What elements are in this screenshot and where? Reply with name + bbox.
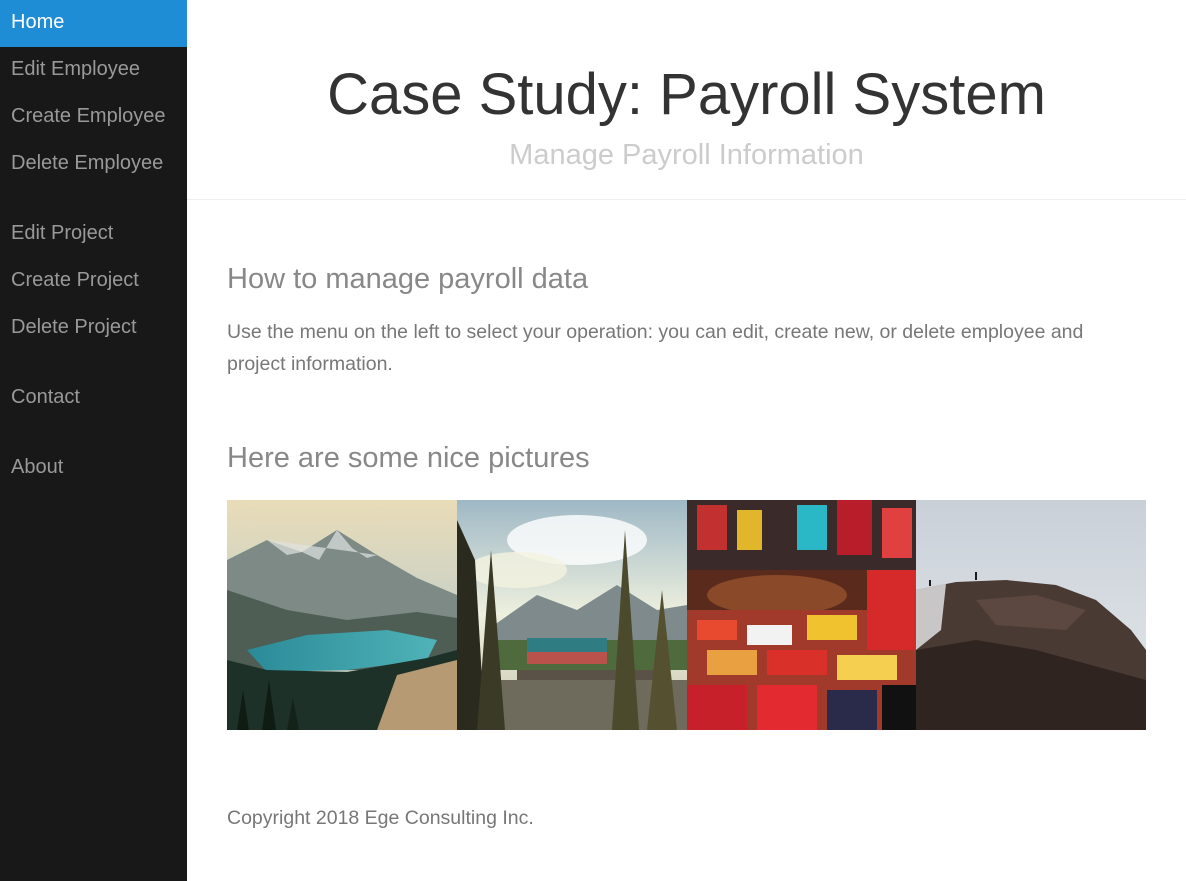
photo-rocky-hill [916,500,1146,730]
footer-copyright: Copyright 2018 Ege Consulting Inc. [227,807,534,829]
menu-item-contact[interactable]: Contact [0,375,187,422]
photo-gallery [227,500,1146,730]
menu-item-home[interactable]: Home [0,0,187,47]
photo-forest-train [456,500,687,730]
menu-item-edit-project[interactable]: Edit Project [0,211,187,258]
section-heading-manage: How to manage payroll data [227,263,589,295]
photo-mountain-lake [227,500,457,730]
page-title: Case Study: Payroll System [327,62,1046,127]
page-header: Case Study: Payroll System Manage Payrol… [187,0,1186,200]
page-subtitle: Manage Payroll Information [509,139,864,171]
menu-item-delete-employee[interactable]: Delete Employee [0,141,187,188]
menu-item-delete-project[interactable]: Delete Project [0,305,187,352]
menu-item-edit-employee[interactable]: Edit Employee [0,47,187,94]
menu-item-about[interactable]: About [0,445,187,492]
photo-souvenir-shop [686,500,917,730]
content-area: How to manage payroll data Use the menu … [187,261,1186,830]
main-content: Case Study: Payroll System Manage Payrol… [187,0,1186,881]
instructions-text: Use the menu on the left to select your … [227,321,1084,375]
section-heading-pictures: Here are some nice pictures [227,442,590,474]
sidebar-menu: Home Edit Employee Create Employee Delet… [0,0,187,881]
menu-item-create-employee[interactable]: Create Employee [0,94,187,141]
menu-item-create-project[interactable]: Create Project [0,258,187,305]
